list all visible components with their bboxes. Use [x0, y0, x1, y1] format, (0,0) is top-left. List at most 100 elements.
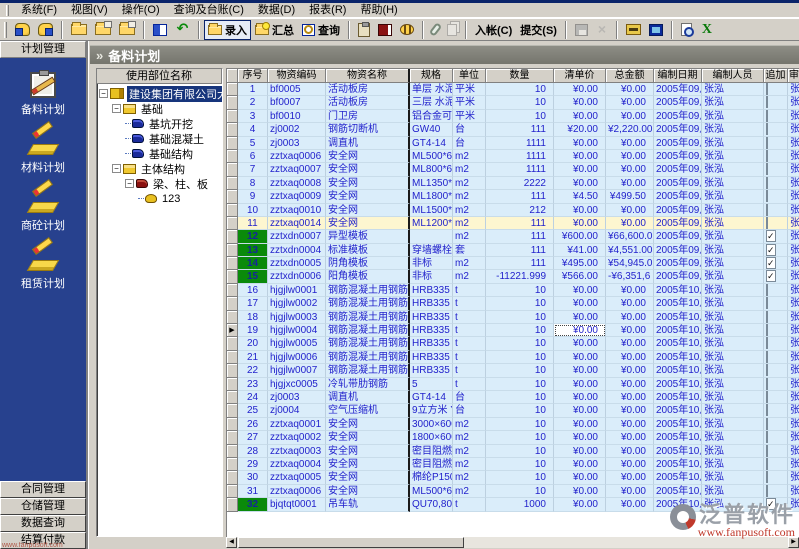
cell-编制日期[interactable]: 2005年09月: [654, 137, 702, 150]
cell-追加[interactable]: [764, 311, 788, 324]
cell-单位[interactable]: 台: [453, 137, 486, 150]
clipboard-icon[interactable]: [354, 20, 374, 40]
cell-规格[interactable]: QU70,80: [410, 498, 453, 511]
cell-审[interactable]: 张: [788, 204, 799, 217]
cell-序号[interactable]: 13: [238, 244, 268, 257]
cell-编制日期[interactable]: 2005年09月: [654, 217, 702, 230]
cell-清单价[interactable]: ¥0.00: [554, 96, 606, 109]
cell-编制日期[interactable]: 2005年10月: [654, 351, 702, 364]
cell-编制人员[interactable]: 张泓: [702, 190, 764, 203]
cell-单位[interactable]: t: [453, 364, 486, 377]
column-header[interactable]: 数量: [486, 69, 554, 83]
cell-数量[interactable]: 10: [486, 391, 554, 404]
attach-icon[interactable]: [428, 20, 443, 40]
row-selector[interactable]: [227, 177, 238, 190]
cell-编制日期[interactable]: 2005年10月: [654, 458, 702, 471]
cell-序号[interactable]: 23: [238, 378, 268, 391]
cell-序号[interactable]: 19: [238, 324, 268, 337]
cell-序号[interactable]: 10: [238, 204, 268, 217]
cell-编制人员[interactable]: 张泓: [702, 244, 764, 257]
cell-规格[interactable]: 非标: [410, 257, 453, 270]
cell-单位[interactable]: m2: [453, 230, 486, 243]
cell-编制日期[interactable]: 2005年10月: [654, 284, 702, 297]
cell-追加[interactable]: [764, 297, 788, 310]
cell-编制人员[interactable]: 张泓: [702, 137, 764, 150]
cell-序号[interactable]: 1: [238, 83, 268, 96]
cell-单位[interactable]: t: [453, 284, 486, 297]
cell-审[interactable]: 张: [788, 485, 799, 498]
cell-追加[interactable]: [764, 204, 788, 217]
cell-编制人员[interactable]: 张泓: [702, 230, 764, 243]
cell-规格[interactable]: HRB335 10: [410, 284, 453, 297]
cell-审[interactable]: 张: [788, 431, 799, 444]
cell-单位[interactable]: t: [453, 337, 486, 350]
cell-序号[interactable]: 14: [238, 257, 268, 270]
cell-序号[interactable]: 30: [238, 471, 268, 484]
cell-物资编码[interactable]: hjgjlw0007: [268, 364, 326, 377]
row-selector[interactable]: [227, 270, 238, 283]
cell-追加[interactable]: [764, 110, 788, 123]
append-checkbox[interactable]: ✓: [766, 230, 776, 242]
column-header[interactable]: 物资编码: [268, 69, 326, 83]
cell-审[interactable]: 张: [788, 83, 799, 96]
cell-物资名称[interactable]: 安全网: [326, 485, 410, 498]
row-selector[interactable]: [227, 337, 238, 350]
print-preview-icon[interactable]: [677, 20, 696, 40]
cell-编制日期[interactable]: 2005年09月: [654, 244, 702, 257]
cell-清单价[interactable]: ¥0.00: [554, 284, 606, 297]
cell-物资编码[interactable]: bf0005: [268, 83, 326, 96]
cell-追加[interactable]: ✓: [764, 270, 788, 283]
cell-单位[interactable]: 台: [453, 123, 486, 136]
cell-追加[interactable]: [764, 485, 788, 498]
cell-追加[interactable]: [764, 123, 788, 136]
cell-编制日期[interactable]: 2005年10月: [654, 311, 702, 324]
cell-物资名称[interactable]: 吊车轨: [326, 498, 410, 511]
cell-数量[interactable]: 10: [486, 431, 554, 444]
cell-编制人员[interactable]: 张泓: [702, 123, 764, 136]
sidebar-item-1[interactable]: 备料计划: [21, 72, 65, 117]
cell-单位[interactable]: t: [453, 498, 486, 511]
cell-数量[interactable]: 212: [486, 204, 554, 217]
cell-序号[interactable]: 6: [238, 150, 268, 163]
cell-总金额[interactable]: ¥0.00: [606, 297, 654, 310]
cell-追加[interactable]: [764, 177, 788, 190]
cell-物资名称[interactable]: 活动板房: [326, 96, 410, 109]
cell-审[interactable]: 张: [788, 137, 799, 150]
cell-单位[interactable]: m2: [453, 471, 486, 484]
cell-规格[interactable]: ML1350*60: [410, 177, 453, 190]
cell-追加[interactable]: [764, 391, 788, 404]
append-checkbox[interactable]: [766, 324, 768, 336]
append-checkbox[interactable]: ✓: [766, 270, 776, 282]
cell-编制人员[interactable]: 张泓: [702, 204, 764, 217]
cell-物资名称[interactable]: 安全网: [326, 471, 410, 484]
cell-数量[interactable]: 10: [486, 311, 554, 324]
cell-物资编码[interactable]: zztxaq0003: [268, 445, 326, 458]
cell-数量[interactable]: 10: [486, 96, 554, 109]
cell-规格[interactable]: GW40: [410, 123, 453, 136]
cell-编制日期[interactable]: 2005年09月: [654, 110, 702, 123]
cell-单位[interactable]: m2: [453, 270, 486, 283]
cell-清单价[interactable]: ¥0.00: [554, 163, 606, 176]
cell-物资名称[interactable]: 标准模板: [326, 244, 410, 257]
cell-规格[interactable]: 棉纶P1500: [410, 471, 453, 484]
cell-编制日期[interactable]: 2005年09月: [654, 177, 702, 190]
tree-node[interactable]: −建设集团有限公司大: [99, 86, 222, 101]
cell-物资编码[interactable]: hjgjlw0002: [268, 297, 326, 310]
window-split-icon[interactable]: [149, 20, 171, 40]
append-checkbox[interactable]: [766, 96, 768, 108]
append-checkbox[interactable]: [766, 458, 768, 470]
row-selector[interactable]: [227, 190, 238, 203]
tree-expand-icon[interactable]: −: [125, 179, 134, 188]
cell-审[interactable]: 张: [788, 364, 799, 377]
cell-物资编码[interactable]: zztxaq0002: [268, 431, 326, 444]
cell-追加[interactable]: [764, 163, 788, 176]
column-header[interactable]: 清单价: [554, 69, 606, 83]
append-checkbox[interactable]: [766, 163, 768, 175]
cell-编制日期[interactable]: 2005年09月: [654, 204, 702, 217]
cell-清单价[interactable]: ¥0.00: [554, 404, 606, 417]
append-checkbox[interactable]: [766, 150, 768, 162]
cell-清单价[interactable]: ¥0.00: [554, 364, 606, 377]
row-selector[interactable]: [227, 485, 238, 498]
cell-序号[interactable]: 25: [238, 404, 268, 417]
cell-追加[interactable]: [764, 404, 788, 417]
